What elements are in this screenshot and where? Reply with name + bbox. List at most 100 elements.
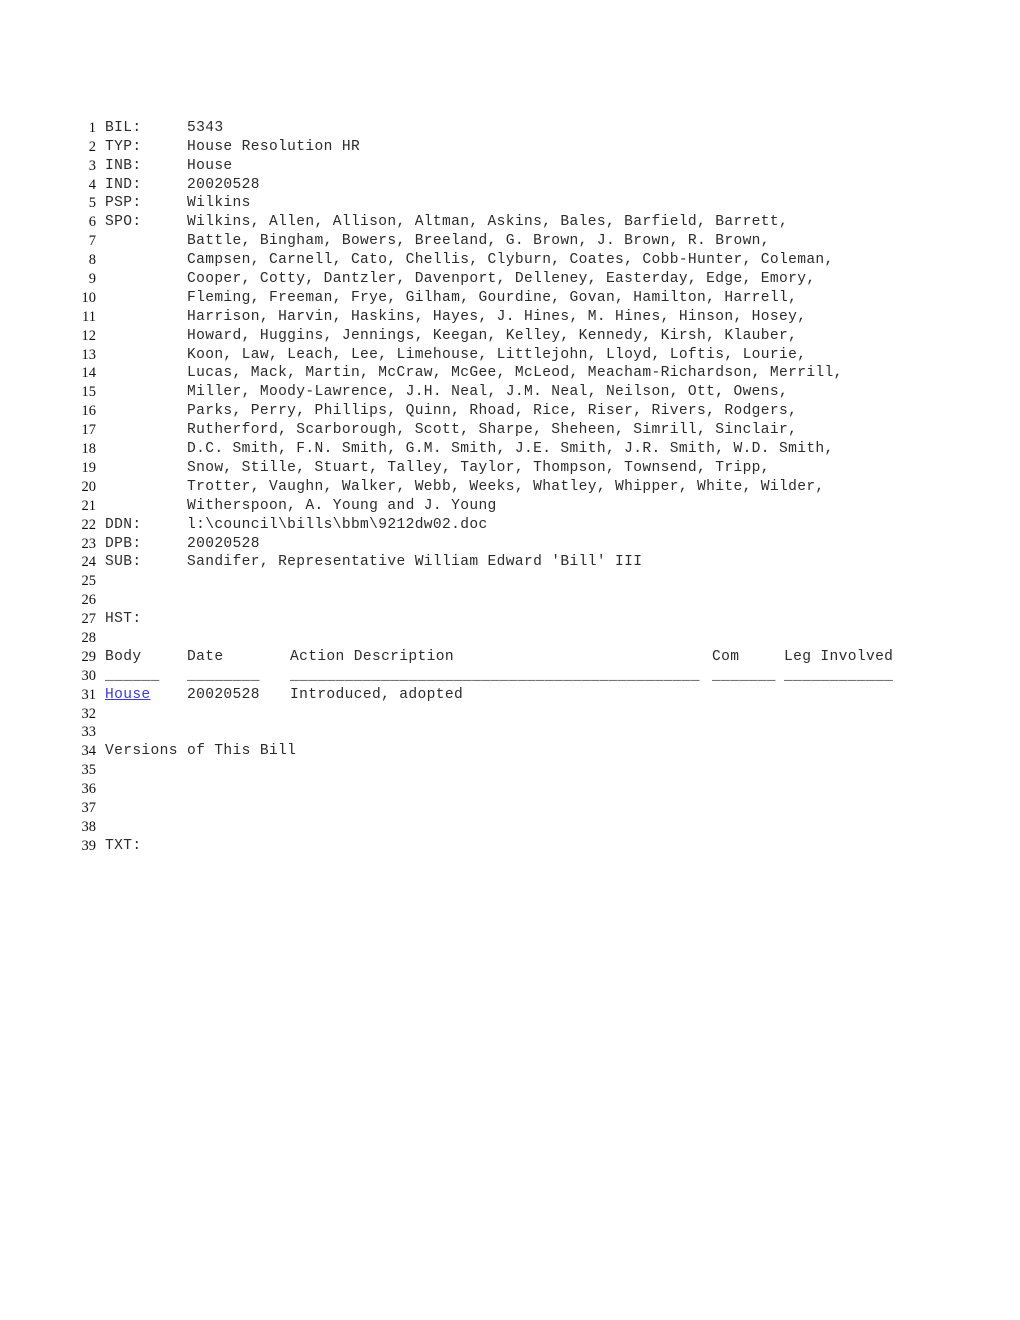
rule-date: ________ [187, 667, 260, 684]
line-number: 5 [88, 195, 96, 212]
line-number: 26 [81, 592, 97, 609]
field-tag-ind: IND: [105, 176, 142, 193]
rule-body: ______ [105, 667, 160, 684]
line-content: SPO: Wilkins, Allen, Allison, Altman, Ask… [105, 213, 788, 232]
line-number: 7 [88, 233, 96, 250]
line-content: Harrison, Harvin, Haskins, Hayes, J. Hin… [105, 308, 806, 327]
line-content: DPB: 20020528 [105, 535, 260, 554]
column-header-leg: Leg Involved [784, 648, 894, 665]
column-header-date: Date [187, 648, 224, 665]
line-number: 22 [81, 516, 97, 533]
sponsor-line: Howard, Huggins, Jennings, Keegan, Kelle… [187, 327, 798, 344]
document-line: 33 [0, 705, 1020, 740]
column-header-action: Action Description [290, 648, 454, 665]
line-number: 25 [81, 573, 97, 590]
column-header-com: Com [712, 648, 740, 665]
history-action: Introduced, adopted [290, 686, 464, 703]
line-number: 4 [88, 176, 96, 193]
document-line: 37 [0, 780, 1020, 816]
field-value-inb: House [187, 157, 233, 174]
line-number: 27 [81, 611, 97, 628]
sponsor-line: Campsen, Carnell, Cato, Chellis, Clyburn… [187, 252, 834, 269]
versions-heading: Versions of This Bill [105, 743, 297, 760]
line-number: 32 [81, 705, 97, 722]
line-content: Battle, Bingham, Bowers, Breeland, G. Br… [105, 232, 770, 251]
line-number: 17 [81, 422, 97, 439]
line-content: Rutherford, Scarborough, Scott, Sharpe, … [105, 421, 797, 440]
field-value-typ: House Resolution HR [187, 138, 361, 155]
field-tag-dpb: DPB: [105, 535, 142, 552]
document-line: 34 Versions of This Bill [0, 723, 1020, 759]
field-value-psp: Wilkins [187, 195, 251, 212]
line-number: 23 [81, 535, 97, 552]
document-line: 1 BIL: 5343 [0, 100, 1020, 136]
history-date: 20020528 [187, 686, 260, 703]
field-tag-sub: SUB: [105, 554, 142, 571]
document-line: 39 TXT: [0, 818, 1020, 854]
line-number: 12 [81, 327, 97, 344]
field-value-ddn: l:\council\bills\bbm\9212dw02.doc [187, 516, 488, 533]
line-content: Lucas, Mack, Martin, McCraw, McGee, McLe… [105, 364, 843, 383]
column-header-body: Body [105, 648, 142, 665]
line-content: Miller, Moody-Lawrence, J.H. Neal, J.M. … [105, 383, 788, 402]
document-line: 26 [0, 572, 1020, 608]
field-tag-txt: TXT: [105, 837, 142, 854]
line-number: 34 [81, 743, 97, 760]
sponsor-line: Wilkins, Allen, Allison, Altman, Askins,… [187, 214, 789, 231]
line-content: INB: House [105, 157, 233, 176]
line-content: House 20020528 Introduced, adopted [105, 686, 463, 705]
field-value-bil: 5343 [187, 119, 224, 136]
history-table-header-row: 29 Body Date Action Description Com Leg Invol… [0, 629, 1020, 665]
line-content: Koon, Law, Leach, Lee, Limehouse, Little… [105, 346, 806, 365]
line-content: Fleming, Freeman, Frye, Gilham, Gourdine… [105, 289, 797, 308]
field-tag-ddn: DDN: [105, 516, 142, 533]
line-content: Snow, Stille, Stuart, Talley, Taylor, Th… [105, 459, 770, 478]
line-number: 28 [81, 629, 97, 646]
field-value-dpb: 20020528 [187, 535, 260, 552]
line-number: 35 [81, 762, 97, 779]
line-number: 37 [81, 799, 97, 816]
line-content: Body Date Action Description Com Leg Involve… [105, 648, 893, 667]
field-tag-spo: SPO: [105, 214, 142, 231]
line-number: 2 [88, 138, 96, 155]
line-content: BIL: 5343 [105, 119, 223, 138]
line-content: DDN: l:\council\bills\bbm\9212dw02.doc [105, 516, 488, 535]
history-body-link-house[interactable]: House [105, 687, 151, 703]
line-number: 29 [81, 648, 97, 665]
line-number: 8 [88, 252, 96, 269]
line-number: 3 [88, 157, 96, 174]
document-line: 38 [0, 799, 1020, 835]
line-content: Howard, Huggins, Jennings, Keegan, Kelle… [105, 327, 797, 346]
sponsor-line: Lucas, Mack, Martin, McCraw, McGee, McLe… [187, 365, 843, 382]
line-number: 39 [81, 837, 97, 854]
line-content: SUB: Sandifer, Representative William Edw… [105, 553, 642, 572]
sponsor-line: Cooper, Cotty, Dantzler, Davenport, Dell… [187, 271, 816, 288]
line-content: D.C. Smith, F.N. Smith, G.M. Smith, J.E.… [105, 440, 834, 459]
line-content: PSP: Wilkins [105, 194, 251, 213]
sponsor-line: Witherspoon, A. Young and J. Young [187, 497, 497, 514]
line-number: 31 [81, 686, 97, 703]
line-number: 16 [81, 403, 97, 420]
field-tag-inb: INB: [105, 157, 142, 174]
sponsor-line: Rutherford, Scarborough, Scott, Sharpe, … [187, 422, 798, 439]
line-number: 14 [81, 365, 97, 382]
line-number: 18 [81, 441, 97, 458]
line-number: 30 [81, 667, 97, 684]
line-content: TXT: [105, 837, 187, 856]
sponsor-line: Harrison, Harvin, Haskins, Hayes, J. Hin… [187, 308, 807, 325]
sponsor-line: D.C. Smith, F.N. Smith, G.M. Smith, J.E.… [187, 441, 834, 458]
sponsor-line: Battle, Bingham, Bowers, Breeland, G. Br… [187, 233, 770, 250]
line-content: ______ ________ __________________________… [105, 667, 893, 686]
sponsor-line: Fleming, Freeman, Frye, Gilham, Gourdine… [187, 289, 798, 306]
sponsor-line: Trotter, Vaughn, Walker, Webb, Weeks, Wh… [187, 478, 825, 495]
line-number: 6 [88, 214, 96, 231]
line-content: Witherspoon, A. Young and J. Young [105, 497, 497, 516]
line-number: 10 [81, 289, 97, 306]
field-tag-hst: HST: [105, 611, 142, 628]
rule-action: ________________________________________… [290, 667, 700, 684]
line-number: 21 [81, 497, 97, 514]
line-number: 19 [81, 459, 97, 476]
line-number: 9 [88, 271, 96, 288]
line-content: HST: [105, 610, 187, 629]
sponsor-line: Snow, Stille, Stuart, Talley, Taylor, Th… [187, 459, 770, 476]
